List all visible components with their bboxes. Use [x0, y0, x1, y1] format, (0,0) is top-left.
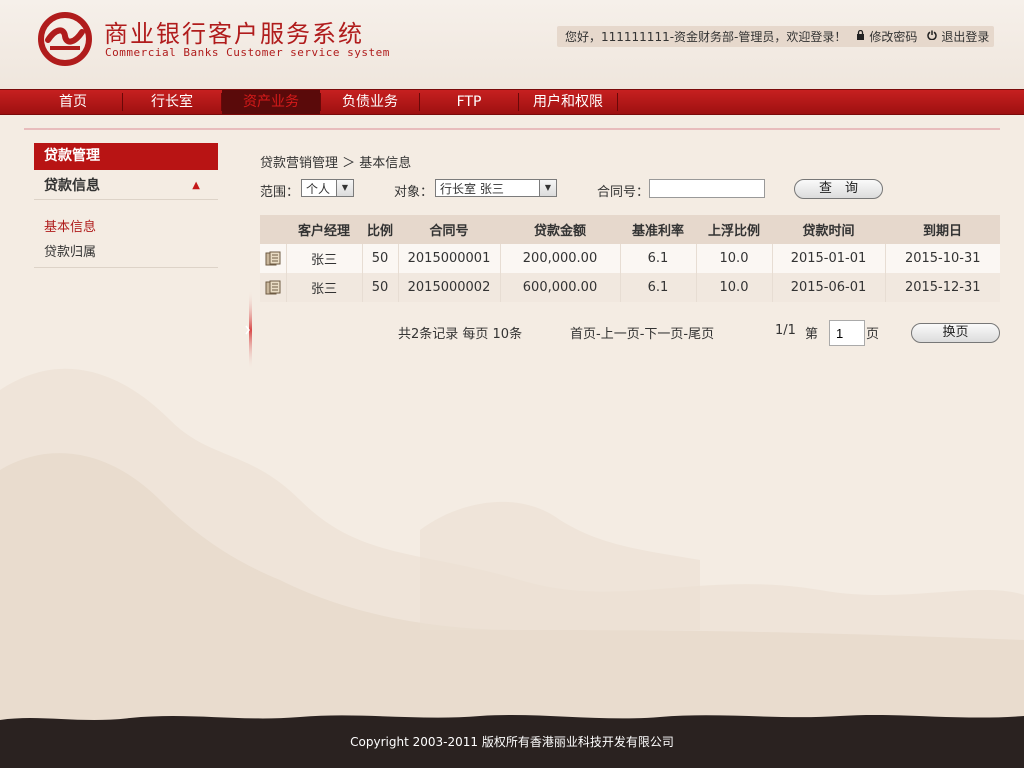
cell-amount: 200,000.00: [499, 244, 620, 273]
breadcrumb: 贷款营销管理 ＞ 基本信息: [260, 156, 412, 171]
user-bar: 您好，111111111-资金财务部-管理员，欢迎登录！ 修改密码 退出登录: [557, 26, 994, 47]
cell-base-rate: 6.1: [619, 244, 696, 273]
nav-item-president-office[interactable]: 行长室: [123, 90, 221, 114]
pager-next-link[interactable]: 下一页: [644, 327, 683, 342]
goto-page-button[interactable]: 换页: [911, 323, 1000, 343]
lock-icon: [856, 29, 865, 43]
cell-contract-no: 2015000001: [397, 244, 500, 273]
loan-table: 客户经理 比例 合同号 贷款金额 基准利率 上浮比例 贷款时间 到期日 张三 5…: [260, 215, 1000, 302]
cell-loan-date: 2015-01-01: [771, 244, 885, 273]
contract-label: 合同号：: [597, 185, 650, 200]
user-greeting: 您好，111111111-资金财务部-管理员，欢迎登录！: [565, 30, 847, 44]
chevron-down-icon: ▼: [539, 180, 556, 196]
triangle-up-icon: ▲: [192, 180, 200, 191]
cell-base-rate: 6.1: [619, 273, 696, 302]
column-header: 合同号: [398, 215, 500, 244]
sidebar-header: 贷款管理: [34, 143, 218, 170]
row-action-cell: [260, 244, 286, 273]
column-header: 比例: [362, 215, 398, 244]
column-header: [260, 215, 286, 244]
change-password-link[interactable]: 修改密码: [856, 28, 917, 45]
sidebar-divider: [34, 267, 218, 268]
sidebar-section-loan-info[interactable]: 贷款信息 ▲: [34, 172, 218, 200]
cell-ratio: 50: [361, 244, 398, 273]
change-password-label: 修改密码: [869, 30, 918, 44]
column-header: 基准利率: [620, 215, 696, 244]
collapse-handle-icon[interactable]: [243, 290, 253, 370]
nav-item-users-permissions[interactable]: 用户和权限: [519, 90, 617, 114]
sidebar-section-label: 贷款信息: [44, 178, 100, 194]
document-icon[interactable]: [265, 280, 281, 296]
cell-float-ratio: 10.0: [695, 244, 772, 273]
pager-goto-suffix: 页: [866, 327, 880, 342]
table-row: 张三 50 2015000002 600,000.00 6.1 10.0 201…: [260, 273, 1000, 302]
table-header-row: 客户经理 比例 合同号 贷款金额 基准利率 上浮比例 贷款时间 到期日: [260, 215, 1000, 244]
cell-ratio: 50: [361, 273, 398, 302]
column-header: 上浮比例: [696, 215, 772, 244]
cell-manager: 张三: [285, 273, 362, 302]
app-title: 商业银行客户服务系统: [104, 20, 364, 48]
logout-label: 退出登录: [941, 30, 990, 44]
nav-item-home[interactable]: 首页: [24, 90, 122, 114]
column-header: 到期日: [885, 215, 1000, 244]
scope-label: 范围：: [260, 185, 300, 200]
page-number-input[interactable]: [829, 320, 865, 346]
pager-page-info: 1/1: [775, 323, 796, 338]
background-landscape: [0, 368, 1024, 730]
pager-goto-prefix: 第: [805, 327, 819, 342]
scope-select[interactable]: 个人 ▼: [301, 179, 354, 197]
pager-prev-link[interactable]: -上一页-: [596, 327, 644, 342]
table-row: 张三 50 2015000001 200,000.00 6.1 10.0 201…: [260, 244, 1000, 273]
pager-first-link[interactable]: 首页: [570, 327, 596, 342]
nav-item-ftp[interactable]: FTP: [420, 90, 518, 114]
document-icon[interactable]: [265, 251, 281, 267]
cell-loan-date: 2015-06-01: [771, 273, 885, 302]
nav-item-liability-business[interactable]: 负债业务: [321, 90, 419, 114]
bank-logo-icon: [38, 12, 92, 66]
cell-amount: 600,000.00: [499, 273, 620, 302]
main-nav: 首页 行长室 资产业务 负债业务 FTP 用户和权限: [0, 89, 1024, 115]
content-divider: [24, 128, 1000, 130]
column-header: 贷款金额: [500, 215, 620, 244]
pager-last-link[interactable]: -尾页: [683, 327, 714, 342]
chevron-down-icon: ▼: [336, 180, 353, 196]
header: 商业银行客户服务系统 Commercial Banks Customer ser…: [0, 0, 1024, 90]
target-select-value: 行长室 张三: [440, 182, 504, 196]
query-button[interactable]: 查 询: [794, 179, 883, 199]
cell-due-date: 2015-10-31: [884, 244, 1000, 273]
footer-copyright: Copyright 2003-2011 版权所有香港丽业科技开发有限公司: [350, 735, 674, 749]
cell-due-date: 2015-12-31: [884, 273, 1000, 302]
cell-contract-no: 2015000002: [397, 273, 500, 302]
logout-link[interactable]: 退出登录: [927, 28, 989, 45]
column-header: 客户经理: [286, 215, 362, 244]
scope-select-value: 个人: [306, 182, 331, 196]
cell-float-ratio: 10.0: [695, 273, 772, 302]
nav-divider: [617, 93, 618, 111]
column-header: 贷款时间: [772, 215, 885, 244]
contract-number-input[interactable]: [649, 179, 765, 198]
app-subtitle: Commercial Banks Customer service system: [105, 46, 390, 59]
pager-summary: 共2条记录 每页 10条: [398, 327, 523, 342]
nav-item-asset-business[interactable]: 资产业务: [222, 90, 320, 114]
sidebar-item-basic-info[interactable]: 基本信息: [44, 216, 96, 235]
target-select[interactable]: 行长室 张三 ▼: [435, 179, 557, 197]
cell-manager: 张三: [285, 244, 362, 273]
sidebar-item-loan-ownership[interactable]: 贷款归属: [44, 241, 96, 260]
power-icon: [927, 30, 938, 43]
target-label: 对象：: [394, 185, 434, 200]
pager-links: 首页-上一页-下一页-尾页: [570, 323, 714, 342]
row-action-cell: [260, 273, 286, 302]
